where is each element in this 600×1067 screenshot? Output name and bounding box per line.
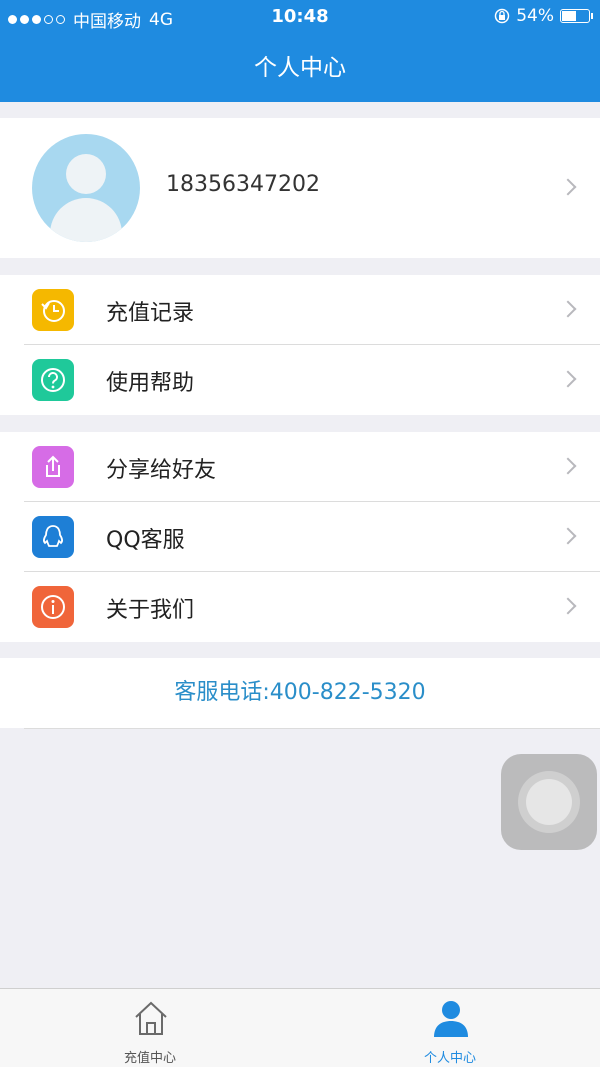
person-icon [434, 1001, 468, 1037]
menu-item-recharge-history[interactable]: 充值记录 [0, 275, 600, 345]
menu-item-qq-support[interactable]: QQ客服 [0, 502, 600, 572]
chevron-right-icon [559, 178, 577, 196]
menu-item-about[interactable]: 关于我们 [0, 572, 600, 642]
status-bar: 中国移动 4G 10:48 54% [0, 0, 600, 34]
divider [24, 728, 600, 729]
avatar [32, 134, 140, 242]
assistive-touch-button[interactable] [501, 754, 597, 850]
tab-personal-center[interactable]: 个人中心 [300, 989, 600, 1067]
tab-label: 充值中心 [123, 1051, 176, 1066]
menu-group-misc: 分享给好友 QQ客服 关于我们 [0, 432, 600, 642]
chevron-right-icon [559, 300, 577, 318]
tab-bar: 充值中心 个人中心 [0, 988, 600, 1067]
rotation-lock-icon [494, 8, 510, 24]
menu-item-label: 充值记录 [106, 301, 195, 326]
chevron-right-icon [559, 527, 577, 545]
battery-percent: 54% [516, 6, 554, 26]
profile-row[interactable]: 18356347202 [0, 118, 600, 258]
menu-item-share[interactable]: 分享给好友 [0, 432, 600, 502]
share-icon [32, 446, 74, 488]
service-hotline[interactable]: 客服电话:400-822-5320 [0, 658, 600, 728]
clock-icon [32, 289, 74, 331]
home-icon [135, 1001, 167, 1035]
help-icon [32, 359, 74, 401]
chevron-right-icon [559, 597, 577, 615]
menu-item-label: QQ客服 [106, 528, 185, 553]
tab-recharge-center[interactable]: 充值中心 [0, 989, 300, 1067]
page-title: 个人中心 [254, 55, 346, 81]
chevron-right-icon [559, 370, 577, 388]
menu-item-label: 分享给好友 [106, 458, 217, 483]
hotline-text: 客服电话:400-822-5320 [174, 680, 426, 705]
menu-group-account: 充值记录 使用帮助 [0, 275, 600, 415]
info-icon [32, 586, 74, 628]
status-right: 54% [494, 6, 593, 26]
chevron-right-icon [559, 457, 577, 475]
menu-item-label: 使用帮助 [106, 371, 195, 396]
menu-item-label: 关于我们 [106, 598, 195, 623]
tab-label: 个人中心 [423, 1051, 476, 1066]
nav-bar: 个人中心 [0, 34, 600, 102]
qq-icon [32, 516, 74, 558]
menu-item-help[interactable]: 使用帮助 [0, 345, 600, 415]
profile-phone: 18356347202 [166, 172, 320, 197]
battery-icon [560, 9, 593, 23]
